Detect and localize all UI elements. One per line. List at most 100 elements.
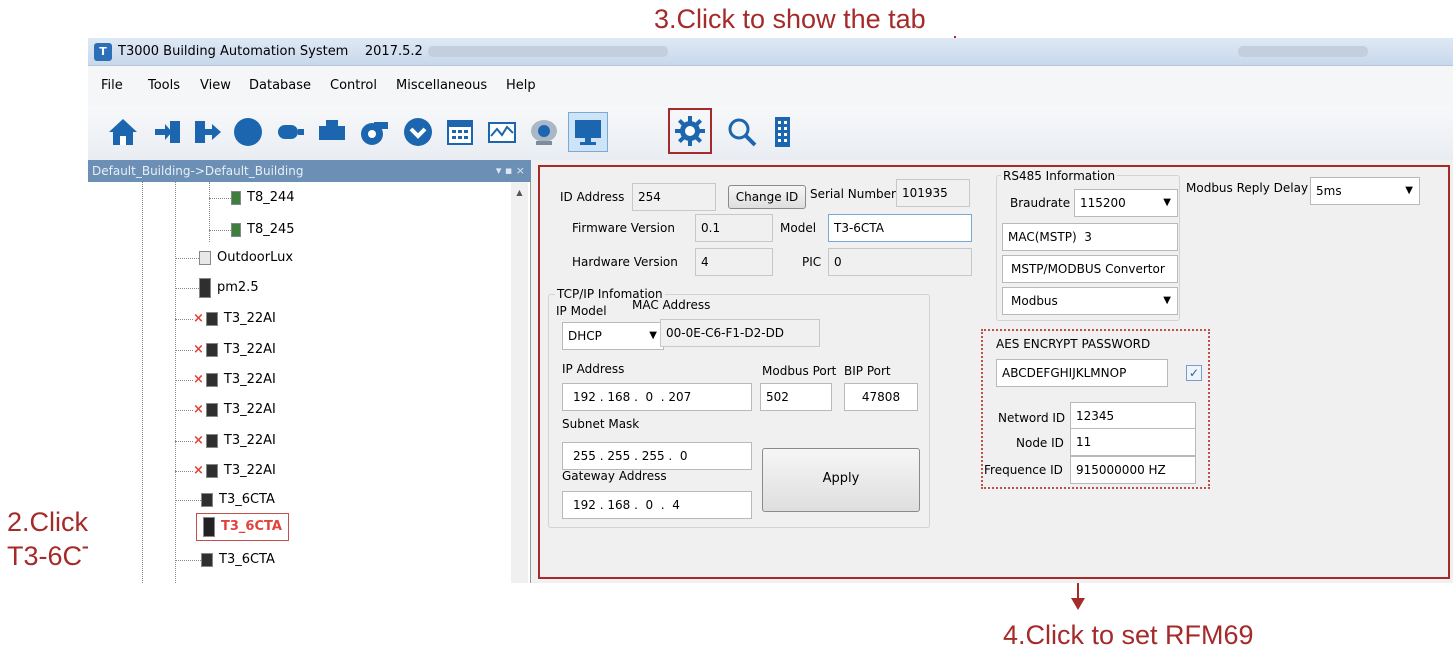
modbus-port-field[interactable]: 502 (760, 383, 832, 411)
offline-icon: × (193, 372, 204, 387)
settings-icon[interactable] (668, 108, 712, 154)
tree-node-t3-6cta-selected[interactable]: T3_6CTA (196, 513, 289, 541)
mac-address-label: MAC Address (632, 298, 711, 312)
pic-label: PIC (802, 255, 822, 269)
calendar-icon[interactable] (442, 112, 478, 152)
ip-address-label: IP Address (562, 362, 625, 376)
tree-branch (175, 380, 193, 381)
tree-node-t3-22ai[interactable]: × T3_22AI (193, 459, 276, 483)
rs485-group-title: RS485 Information (1001, 169, 1118, 183)
hardware-version-label: Hardware Version (572, 255, 678, 269)
title-bar: T T3000 Building Automation System 2017.… (88, 38, 1453, 66)
tree-node-t8-244[interactable]: T8_244 (231, 186, 295, 210)
menu-view[interactable]: View (200, 78, 231, 93)
bip-port-field[interactable]: 47808 (844, 383, 918, 411)
model-field[interactable]: T3-6CTA (828, 214, 972, 242)
chevron-down-icon: ▼ (1163, 197, 1171, 208)
program-icon[interactable] (356, 112, 392, 152)
device-icon (205, 372, 218, 387)
tree-header: Default_Building->Default_Building ▾ ▪ × (88, 160, 531, 182)
menu-control[interactable]: Control (330, 78, 377, 93)
frequence-id-field[interactable]: 915000000 HZ (1070, 456, 1196, 484)
trend-icon[interactable] (484, 112, 520, 152)
output-icon[interactable] (272, 112, 308, 152)
menu-file[interactable]: File (101, 78, 123, 93)
aes-checkbox[interactable]: ✓ (1186, 365, 1202, 381)
tree-branch (175, 471, 193, 472)
chevron-down-icon: ▼ (649, 330, 657, 341)
device-settings-panel: ID Address 254 Change ID Serial Number 1… (538, 165, 1450, 579)
monitor-icon[interactable] (526, 112, 562, 152)
ip-address-field[interactable]: 192 . 168 . 0 . 207 (562, 383, 752, 411)
tree-guide (175, 182, 176, 583)
tree-guide (209, 182, 210, 242)
hardware-version-field: 4 (695, 248, 773, 276)
subnet-mask-field[interactable]: 255 . 255 . 255 . 0 (562, 442, 752, 470)
tree-node-t3-22ai[interactable]: × T3_22AI (193, 429, 276, 453)
tree-node-t3-22ai[interactable]: × T3_22AI (193, 307, 276, 331)
baudrate-label: Braudrate (1010, 196, 1071, 210)
offline-icon: × (193, 402, 204, 417)
tree-node-outdoorlux[interactable]: OutdoorLux (199, 246, 293, 270)
annotation-step-3: 3.Click to show the tab (654, 4, 926, 34)
id-address-label: ID Address (560, 190, 625, 204)
reply-delay-select[interactable]: 5ms ▼ (1310, 177, 1420, 205)
toolbar (88, 106, 1453, 160)
building-icon[interactable] (764, 112, 800, 152)
mac-mstp-label: MAC(MSTP) (1008, 230, 1077, 244)
search-icon[interactable] (724, 112, 760, 152)
tree-node-t3-6cta[interactable]: T3_6CTA (201, 488, 275, 512)
tree-branch (209, 230, 231, 231)
screen-icon[interactable] (568, 112, 608, 152)
tree-branch (175, 410, 193, 411)
chevron-down-icon: ▼ (1405, 185, 1413, 196)
tree-node-t3-6cta[interactable]: T3_6CTA (201, 548, 275, 572)
subnet-mask-label: Subnet Mask (562, 417, 640, 431)
ip-model-select[interactable]: DHCP ▼ (562, 322, 664, 350)
tree-node-t8-245[interactable]: T8_245 (231, 218, 295, 242)
apply-button[interactable]: Apply (762, 448, 920, 512)
change-id-button[interactable]: Change ID (728, 185, 806, 209)
home-icon[interactable] (105, 112, 141, 152)
menu-miscellaneous[interactable]: Miscellaneous (396, 78, 487, 93)
app-window: T T3000 Building Automation System 2017.… (88, 38, 1453, 583)
variable-icon[interactable] (314, 112, 350, 152)
tree-header-title: Default_Building->Default_Building (92, 164, 304, 178)
tree-node-t3-22ai[interactable]: × T3_22AI (193, 338, 276, 362)
tree-node-t3-22ai[interactable]: × T3_22AI (193, 368, 276, 392)
tree-node-t3-22ai[interactable]: × T3_22AI (193, 398, 276, 422)
mac-mstp-field[interactable]: MAC(MSTP) 3 (1002, 223, 1178, 251)
logout-icon[interactable] (190, 112, 226, 152)
baudrate-select[interactable]: 115200 ▼ (1074, 189, 1178, 217)
tree-branch (175, 560, 201, 561)
aes-password-field[interactable]: ABCDEFGHIJKLMNOP (996, 359, 1168, 387)
offline-icon: × (193, 342, 204, 357)
tree-branch (175, 319, 193, 320)
tree-scrollbar[interactable]: ▲ (511, 182, 528, 583)
input-icon[interactable] (230, 112, 266, 152)
node-id-field[interactable]: 11 (1070, 428, 1196, 456)
tree-node-pm25[interactable]: pm2.5 (199, 276, 259, 300)
modbus-port-label: Modbus Port (762, 364, 837, 378)
tree-branch (175, 288, 199, 289)
device-icon (203, 516, 215, 537)
network-id-field[interactable]: 12345 (1070, 402, 1196, 430)
menu-help[interactable]: Help (506, 78, 536, 93)
gateway-address-field[interactable]: 192 . 168 . 0 . 4 (562, 491, 752, 519)
schedule-icon[interactable] (400, 112, 436, 152)
login-icon[interactable] (150, 112, 186, 152)
arrowhead-rfm (1071, 598, 1085, 610)
mac-address-field: 00-0E-C6-F1-D2-DD (660, 319, 820, 347)
scroll-up-icon[interactable]: ▲ (511, 188, 528, 197)
ip-model-label: IP Model (556, 304, 607, 318)
aes-title: AES ENCRYPT PASSWORD (996, 337, 1151, 351)
pane-controls[interactable]: ▾ ▪ × (496, 160, 525, 182)
node-id-label: Node ID (1016, 436, 1064, 450)
tree-branch (209, 198, 231, 199)
tree-branch (175, 258, 199, 259)
menu-tools[interactable]: Tools (148, 78, 180, 93)
menu-database[interactable]: Database (249, 78, 311, 93)
gateway-address-label: Gateway Address (562, 469, 667, 483)
convertor-select[interactable]: Modbus ▼ (1002, 287, 1178, 315)
device-icon (205, 342, 218, 357)
